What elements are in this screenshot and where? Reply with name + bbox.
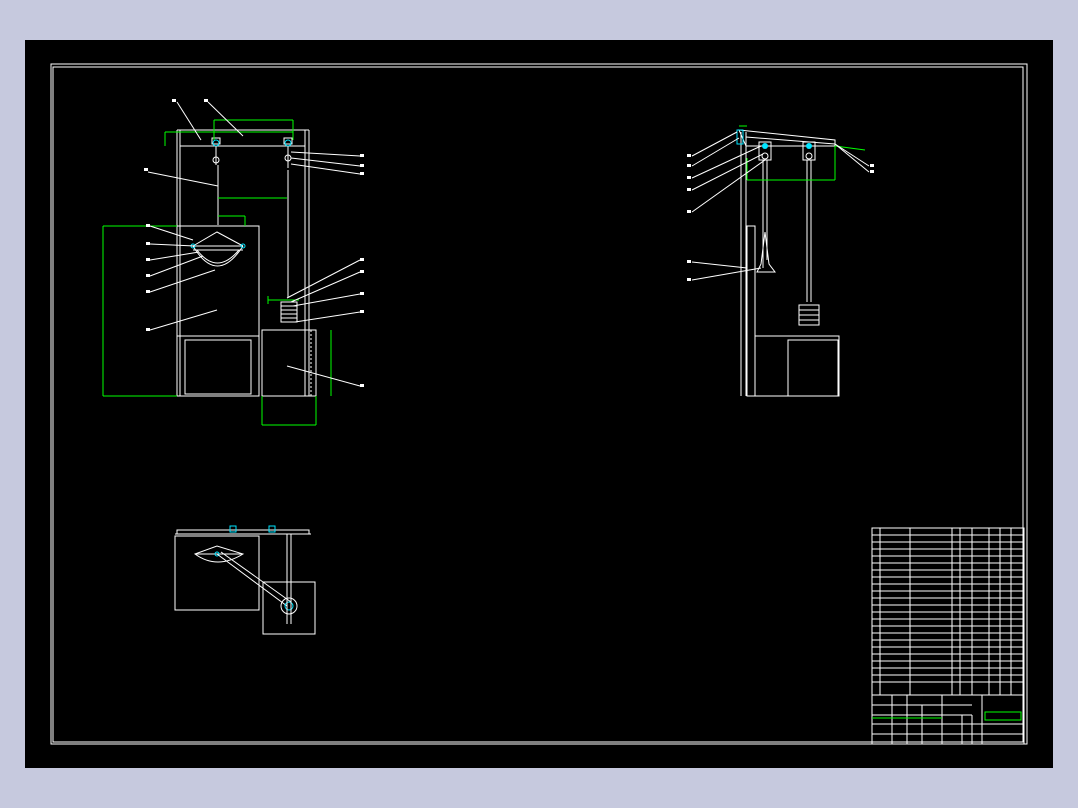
item-balloon-marker	[360, 258, 364, 261]
item-balloon-marker	[687, 188, 691, 191]
item-balloon-marker	[360, 154, 364, 157]
front-view	[102, 101, 361, 426]
item-balloon-marker	[360, 164, 364, 167]
item-balloon-marker	[360, 172, 364, 175]
item-balloon-marker	[172, 99, 176, 102]
cad-viewer	[0, 0, 1078, 808]
item-balloon-marker	[146, 242, 150, 245]
title-block	[871, 527, 1025, 745]
drawing-canvas[interactable]	[25, 40, 1053, 768]
item-balloon-marker	[146, 224, 150, 227]
item-balloon-marker	[146, 290, 150, 293]
item-balloon-marker	[360, 310, 364, 313]
item-balloon-marker	[870, 164, 874, 167]
item-balloon-marker	[204, 99, 208, 102]
item-balloon-marker	[687, 176, 691, 179]
item-balloon-marker	[360, 270, 364, 273]
item-balloon-marker	[146, 274, 150, 277]
item-balloon-marker	[687, 210, 691, 213]
side-view	[691, 125, 870, 397]
top-view	[174, 525, 316, 635]
drawing-border-inner	[52, 66, 1024, 743]
item-balloon-marker	[687, 260, 691, 263]
item-balloon-marker	[144, 168, 148, 171]
cad-drawing[interactable]	[25, 40, 1053, 768]
drawing-border-outer	[50, 63, 1028, 745]
item-balloon-marker	[146, 328, 150, 331]
item-balloon-marker	[360, 384, 364, 387]
item-balloon-marker	[687, 278, 691, 281]
item-balloon-marker	[687, 154, 691, 157]
item-balloon-marker	[360, 292, 364, 295]
item-balloon-marker	[146, 258, 150, 261]
item-balloon-marker	[870, 170, 874, 173]
item-balloon-marker	[687, 164, 691, 167]
